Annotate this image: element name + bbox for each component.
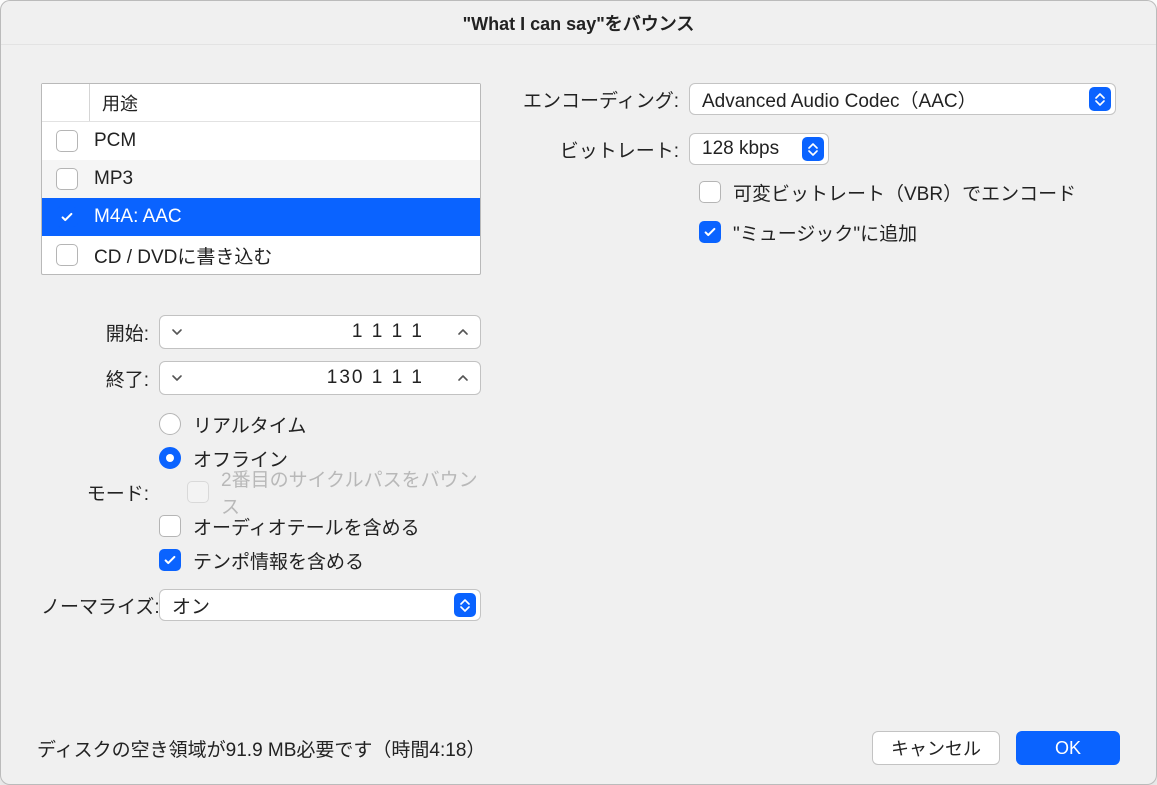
footer: ディスクの空き領域が91.9 MB必要です（時間4:18） キャンセル OK [1, 712, 1156, 784]
format-label-cddvd: CD / DVDに書き込む [94, 242, 272, 269]
format-label-pcm: PCM [94, 130, 136, 152]
disk-info: ディスクの空き領域が91.9 MB必要です（時間4:18） [37, 735, 485, 762]
bitrate-value: 128 kbps [702, 138, 802, 160]
mode-realtime-row[interactable]: リアルタイム [159, 407, 481, 441]
bounce-dialog: "What I can say"をバウンス 用途 PCM [0, 0, 1157, 785]
mode-second-pass-row: 2番目のサイクルパスをバウンス [159, 475, 481, 509]
normalize-value: オン [172, 592, 454, 619]
include-tempo-label: テンポ情報を含める [193, 547, 364, 574]
normalize-select[interactable]: オン [159, 589, 481, 621]
bitrate-label: ビットレート: [521, 136, 689, 163]
include-tempo-row[interactable]: テンポ情報を含める [159, 543, 481, 577]
cancel-button-label: キャンセル [891, 735, 981, 761]
format-row-mp3[interactable]: MP3 [42, 160, 480, 198]
bitrate-select[interactable]: 128 kbps [689, 133, 829, 165]
format-list-header: 用途 [42, 84, 480, 122]
format-row-cddvd[interactable]: CD / DVDに書き込む [42, 236, 480, 274]
checkbox-cddvd[interactable] [56, 244, 78, 266]
content-area: 用途 PCM MP3 [1, 45, 1156, 712]
start-label: 開始: [41, 319, 159, 346]
checkbox-include-tail[interactable] [159, 515, 181, 537]
format-label-mp3: MP3 [94, 168, 133, 190]
checkbox-m4a[interactable] [56, 206, 78, 228]
checkbox-include-tempo[interactable] [159, 549, 181, 571]
chevron-down-icon[interactable] [166, 326, 188, 338]
mode-realtime-label: リアルタイム [193, 411, 306, 438]
updown-icon [802, 137, 824, 161]
chevron-down-icon[interactable] [166, 372, 188, 384]
vbr-label: 可変ビットレート（VBR）でエンコード [733, 179, 1076, 206]
end-stepper[interactable]: 130 1 1 1 [159, 361, 481, 395]
format-list: 用途 PCM MP3 [41, 83, 481, 275]
include-tail-row[interactable]: オーディオテールを含める [159, 509, 481, 543]
radio-offline[interactable] [159, 447, 181, 469]
normalize-label: ノーマライズ: [41, 592, 159, 619]
checkbox-mp3[interactable] [56, 168, 78, 190]
format-list-header-label: 用途 [90, 90, 138, 116]
encoding-label: エンコーディング: [521, 86, 689, 113]
start-value: 1 1 1 1 [188, 321, 452, 343]
format-label-m4a: M4A: AAC [94, 206, 182, 228]
checkbox-add-music[interactable] [699, 221, 721, 243]
format-row-m4a[interactable]: M4A: AAC [42, 198, 480, 236]
cancel-button[interactable]: キャンセル [872, 731, 1000, 765]
ok-button[interactable]: OK [1016, 731, 1120, 765]
radio-realtime[interactable] [159, 413, 181, 435]
chevron-up-icon[interactable] [452, 326, 474, 338]
left-pane: 用途 PCM MP3 [41, 83, 481, 712]
right-pane: エンコーディング: Advanced Audio Codec（AAC） ビットレ… [521, 83, 1116, 712]
titlebar: "What I can say"をバウンス [1, 1, 1156, 45]
add-music-label: "ミュージック"に追加 [733, 219, 917, 246]
start-stepper[interactable]: 1 1 1 1 [159, 315, 481, 349]
end-label: 終了: [41, 365, 159, 392]
mode-label: モード: [41, 479, 159, 506]
updown-icon [454, 593, 476, 617]
encoding-value: Advanced Audio Codec（AAC） [702, 86, 1089, 113]
format-list-header-spacer [42, 84, 90, 121]
format-row-pcm[interactable]: PCM [42, 122, 480, 160]
checkbox-pcm[interactable] [56, 130, 78, 152]
encoding-select[interactable]: Advanced Audio Codec（AAC） [689, 83, 1116, 115]
window-title: "What I can say"をバウンス [463, 10, 695, 36]
add-music-row[interactable]: "ミュージック"に追加 [699, 215, 1116, 249]
ok-button-label: OK [1055, 738, 1081, 759]
checkbox-second-pass [187, 481, 209, 503]
include-tail-label: オーディオテールを含める [193, 513, 420, 540]
footer-buttons: キャンセル OK [872, 731, 1120, 765]
chevron-up-icon[interactable] [452, 372, 474, 384]
updown-icon [1089, 87, 1111, 111]
vbr-row[interactable]: 可変ビットレート（VBR）でエンコード [699, 175, 1116, 209]
checkbox-vbr[interactable] [699, 181, 721, 203]
end-value: 130 1 1 1 [188, 367, 452, 389]
